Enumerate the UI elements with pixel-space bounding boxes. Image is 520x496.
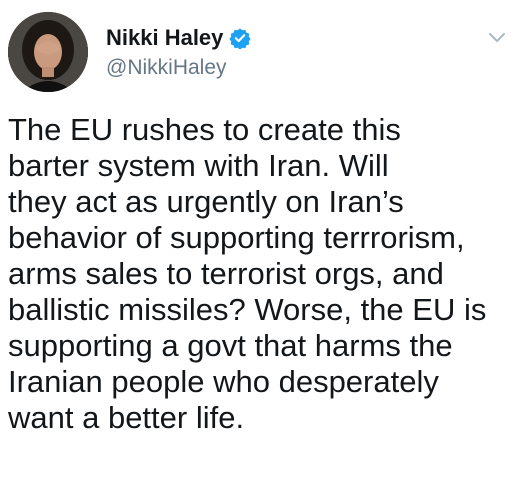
verified-badge-icon [229,27,252,50]
tweet-text-line: want a better life. [8,400,245,435]
tweet-header: Nikki Haley @NikkiHaley [8,10,512,92]
tweet-text: The EU rushes to create this barter syst… [8,112,516,436]
tweet-text-line: barter system with Iran. Will [8,148,389,183]
author-handle[interactable]: @NikkiHaley [106,56,251,80]
tweet-text-line: ballistic missiles? Worse, the EU is [8,292,487,327]
chevron-down-icon[interactable] [486,26,508,48]
author-names: Nikki Haley @NikkiHaley [106,24,252,80]
tweet-text-line: supporting a govt that harms the [8,328,453,363]
tweet-text-line: they act as urgently on Iran’s [8,184,404,219]
avatar-photo [8,12,88,92]
tweet-card: Nikki Haley @NikkiHaley The EU rushes to… [0,0,520,496]
tweet-text-line: arms sales to terrorist orgs, and [8,256,444,291]
tweet-text-line: The EU rushes to create this [8,112,401,147]
tweet-text-line: behavior of supporting terrrorism, [8,220,465,255]
avatar[interactable] [8,12,88,92]
name-row: Nikki Haley [106,24,252,52]
display-name[interactable]: Nikki Haley [106,25,223,51]
tweet-text-line: Iranian people who desperately [8,364,439,399]
